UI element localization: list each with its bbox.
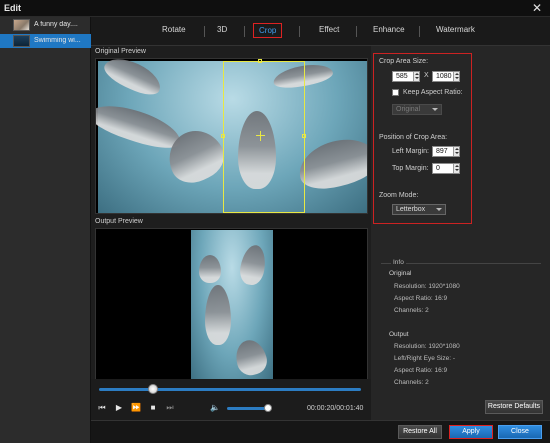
timecode: 00:00:20/00:01:40 xyxy=(307,405,364,412)
skip-start-icon[interactable]: ⏮ xyxy=(97,403,107,413)
info-output-heading: Output xyxy=(389,331,409,338)
info-output-resolution: Resolution: 1920*1080 xyxy=(394,343,460,350)
file-list: A funny day.... Swimming wi... xyxy=(0,17,91,443)
position-label: Position of Crop Area: xyxy=(379,134,448,141)
tab-divider xyxy=(244,26,245,37)
crop-height-value: 1080 xyxy=(436,73,452,80)
file-name: A funny day.... xyxy=(34,21,78,28)
dolphin-shape xyxy=(231,336,271,379)
chevron-down-icon xyxy=(436,208,442,211)
close-icon[interactable]: ✕ xyxy=(530,1,544,15)
crop-area-frame[interactable] xyxy=(223,61,305,213)
info-output-channels: Channels: 2 xyxy=(394,379,429,386)
video-frame xyxy=(191,230,273,380)
top-margin-field[interactable]: 0 xyxy=(432,163,460,174)
file-name: Swimming wi... xyxy=(34,37,81,44)
spin-arrows-icon[interactable] xyxy=(453,72,459,81)
volume-icon[interactable]: 🔈 xyxy=(210,403,220,413)
seek-bar[interactable] xyxy=(99,388,361,391)
aspect-ratio-value: Original xyxy=(396,106,421,113)
dolphin-shape xyxy=(199,255,221,283)
tab-3d[interactable]: 3D xyxy=(217,25,227,34)
original-preview xyxy=(95,58,368,214)
file-item-swimming[interactable]: Swimming wi... xyxy=(0,34,91,48)
chevron-down-icon xyxy=(432,108,438,111)
play-icon[interactable]: ▶ xyxy=(114,403,124,413)
video-thumbnail xyxy=(13,19,30,31)
fast-forward-icon[interactable]: ⏩ xyxy=(131,403,141,413)
crop-handle-left[interactable] xyxy=(221,134,225,138)
crop-handle-top[interactable] xyxy=(258,59,262,63)
title-bar: Edit ✕ xyxy=(0,0,550,17)
tab-rotate[interactable]: Rotate xyxy=(162,25,186,34)
dolphin-shape xyxy=(100,59,166,101)
crop-width-field[interactable]: 585 xyxy=(392,71,420,82)
size-separator: X xyxy=(424,72,429,79)
info-original-heading: Original xyxy=(389,270,412,277)
zoom-mode-label: Zoom Mode: xyxy=(379,192,419,199)
info-output-eye-size: Left/Right Eye Size: - xyxy=(394,355,456,362)
keep-aspect-checkbox[interactable] xyxy=(392,89,399,96)
top-margin-value: 0 xyxy=(436,165,440,172)
spin-arrows-icon[interactable] xyxy=(453,164,459,173)
info-heading: Info xyxy=(391,259,406,266)
apply-button[interactable]: Apply xyxy=(449,425,493,439)
crop-height-field[interactable]: 1080 xyxy=(432,71,460,82)
left-margin-value: 897 xyxy=(436,148,448,155)
original-preview-label: Original Preview xyxy=(95,48,146,55)
left-margin-field[interactable]: 897 xyxy=(432,146,460,157)
tab-divider xyxy=(356,26,357,37)
tab-enhance[interactable]: Enhance xyxy=(373,25,405,34)
output-preview-label: Output Preview xyxy=(95,218,143,225)
left-margin-label: Left Margin: xyxy=(392,148,429,155)
crop-width-value: 585 xyxy=(396,73,408,80)
file-item-funny-day[interactable]: A funny day.... xyxy=(0,18,91,32)
aspect-ratio-select[interactable]: Original xyxy=(392,104,442,115)
stop-icon[interactable]: ■ xyxy=(148,403,158,413)
player-controls xyxy=(91,379,371,420)
seek-handle[interactable] xyxy=(148,384,158,394)
info-output-aspect: Aspect Ratio: 16:9 xyxy=(394,367,448,374)
video-thumbnail xyxy=(13,35,30,47)
tab-crop[interactable]: Crop xyxy=(253,23,283,38)
zoom-mode-select[interactable]: Letterbox xyxy=(392,204,446,215)
info-original-resolution: Resolution: 1920*1080 xyxy=(394,283,460,290)
close-button[interactable]: Close xyxy=(498,425,542,439)
tab-divider xyxy=(419,26,420,37)
next-frame-icon[interactable]: ⏭ xyxy=(165,403,175,413)
tab-watermark[interactable]: Watermark xyxy=(436,25,475,34)
spin-arrows-icon[interactable] xyxy=(413,72,419,81)
crop-center-mark xyxy=(260,131,261,141)
keep-aspect-label: Keep Aspect Ratio: xyxy=(403,89,463,96)
spin-arrows-icon[interactable] xyxy=(453,147,459,156)
dolphin-shape xyxy=(205,285,231,345)
crop-handle-right[interactable] xyxy=(302,134,306,138)
top-margin-label: Top Margin: xyxy=(392,165,429,172)
info-original-aspect: Aspect Ratio: 16:9 xyxy=(394,295,448,302)
zoom-mode-value: Letterbox xyxy=(396,206,426,213)
restore-defaults-button[interactable]: Restore Defaults xyxy=(485,400,543,414)
crop-area-size-label: Crop Area Size: xyxy=(379,58,429,65)
restore-all-button[interactable]: Restore All xyxy=(398,425,442,439)
crop-center-mark xyxy=(256,135,265,136)
tab-divider xyxy=(204,26,205,37)
output-preview xyxy=(95,228,368,381)
dolphin-shape xyxy=(237,243,269,287)
window-title: Edit xyxy=(4,3,21,13)
edit-tabs: Rotate 3D Crop Effect Enhance Watermark xyxy=(91,17,550,46)
tab-divider xyxy=(299,26,300,37)
info-original-channels: Channels: 2 xyxy=(394,307,429,314)
volume-handle[interactable] xyxy=(264,404,272,412)
tab-effect[interactable]: Effect xyxy=(319,25,339,34)
